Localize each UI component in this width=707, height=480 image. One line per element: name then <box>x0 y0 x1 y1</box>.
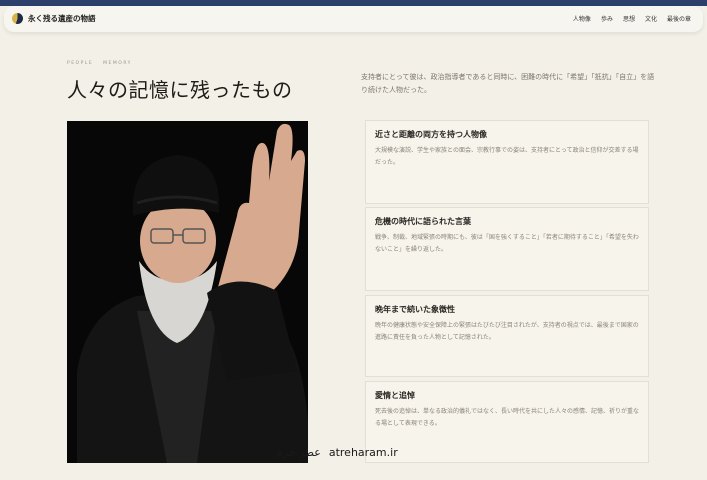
portrait-photo <box>67 121 308 463</box>
site-watermark: عطر حرم atreharam.ir <box>276 446 398 459</box>
nav-item-last-chapter[interactable]: 最後の章 <box>667 14 691 23</box>
nav-item-history[interactable]: 歩み <box>601 14 613 23</box>
section-eyebrow: PEOPLE MEMORY <box>67 61 132 66</box>
card-love-and-mourning: 愛情と追悼 死去後の追悼は、単なる政治的儀礼ではなく、長い時代を共にした人々の感… <box>365 381 649 463</box>
site-brand[interactable]: 永く残る遺産の物語 <box>28 13 96 24</box>
card-person-image: 近さと距離の両方を持つ人物像 大規模な演説、学生や家族との面会、宗教行事での姿は… <box>365 120 649 204</box>
card-text: 大規模な演説、学生や家族との面会、宗教行事での姿は、支持者にとって政治と信仰が交… <box>375 147 639 166</box>
card-text: 死去後の追悼は、単なる政治的儀礼ではなく、長い時代を共にした人々の感情、記憶、祈… <box>375 408 640 427</box>
card-title: 近さと距離の両方を持つ人物像 <box>375 129 487 139</box>
site-logo-icon[interactable] <box>12 13 23 24</box>
nav-item-thought[interactable]: 思想 <box>623 14 635 23</box>
nav-menu: 人物像 歩み 思想 文化 最後の章 <box>573 14 691 23</box>
section-lead-text: 支持者にとって彼は、政治指導者であると同時に、困難の時代に「希望」「抵抗」「自立… <box>361 73 655 94</box>
card-words-in-crisis: 危機の時代に語られた言葉 戦争、制裁、地域緊張の時期にも、彼は「国を強くすること… <box>365 207 649 291</box>
eyebrow-people: PEOPLE <box>67 61 94 66</box>
card-title: 愛情と追悼 <box>375 390 415 400</box>
top-navigation-bar: 永く残る遺産の物語 人物像 歩み 思想 文化 最後の章 <box>4 6 703 32</box>
card-text: 戦争、制裁、地域緊張の時期にも、彼は「国を強くすること」「若者に期待すること」「… <box>375 234 639 253</box>
portrait-illustration <box>67 121 308 463</box>
nav-item-person[interactable]: 人物像 <box>573 14 591 23</box>
card-text: 晩年の健康状態や安全保障上の緊張はたびたび注目されたが、支持者の視点では、最後ま… <box>375 322 639 341</box>
section-title: 人々の記憶に残ったもの <box>67 78 293 102</box>
card-title: 晩年まで続いた象徴性 <box>375 304 455 314</box>
nav-item-culture[interactable]: 文化 <box>645 14 657 23</box>
card-title: 危機の時代に語られた言葉 <box>375 216 471 226</box>
eyebrow-memory: MEMORY <box>103 61 132 66</box>
watermark-persian: عطر حرم <box>276 446 321 459</box>
watermark-latin: atreharam.ir <box>328 446 398 459</box>
card-symbolism: 晩年まで続いた象徴性 晩年の健康状態や安全保障上の緊張はたびたび注目されたが、支… <box>365 295 649 377</box>
